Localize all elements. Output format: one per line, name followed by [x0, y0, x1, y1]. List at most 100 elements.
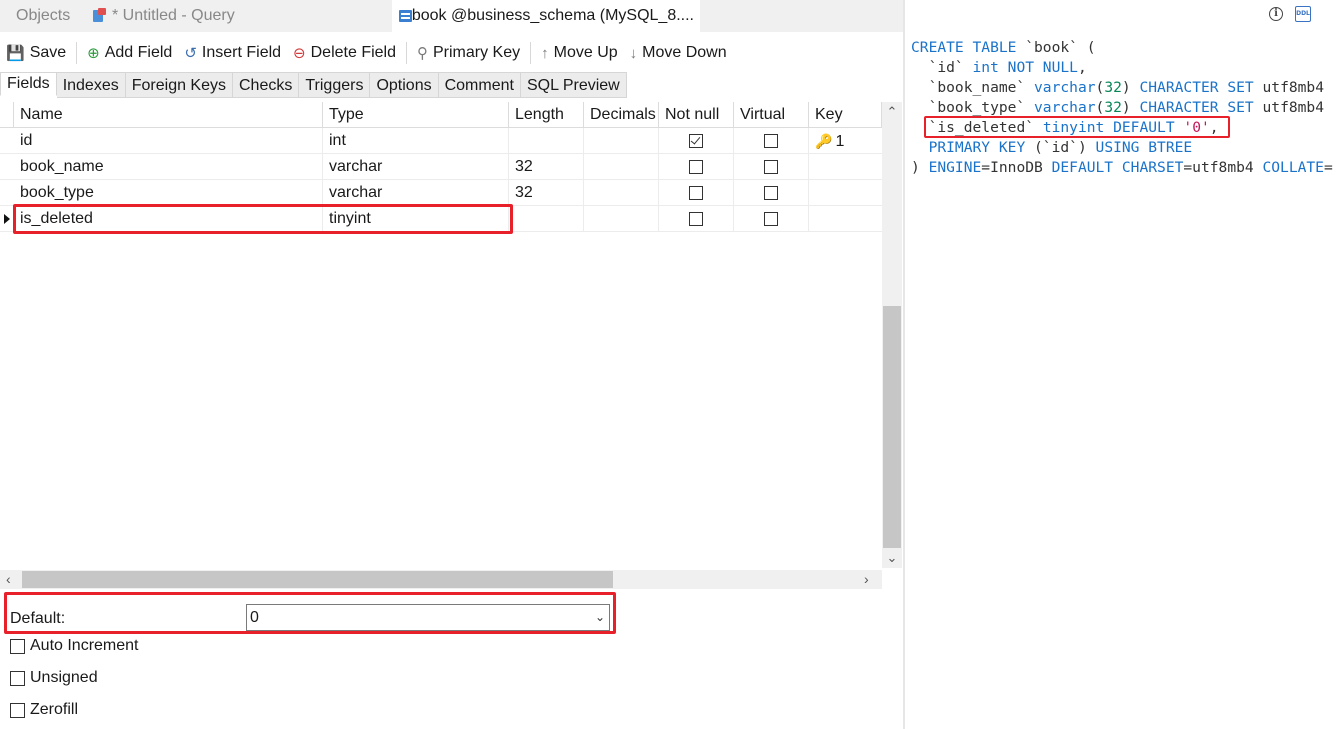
virtual-checkbox[interactable]	[764, 186, 778, 200]
save-button[interactable]: 💾 Save	[0, 38, 72, 68]
tab-objects[interactable]: Objects	[10, 0, 76, 32]
key-cell[interactable]	[809, 206, 882, 232]
tab-objects-label: Objects	[16, 7, 71, 24]
table-row-selected[interactable]: is_deleted tinyint	[0, 206, 882, 232]
not-null-checkbox[interactable]	[689, 160, 703, 174]
header-type[interactable]: Type	[323, 102, 509, 128]
header-name[interactable]: Name	[14, 102, 323, 128]
field-decimals-cell[interactable]	[584, 154, 659, 180]
ddl-code: CREATE TABLE `book` ( `id` int NOT NULL,…	[911, 38, 1333, 178]
key-cell[interactable]	[809, 180, 882, 206]
tab-fields[interactable]: Fields	[0, 72, 57, 96]
delete-field-button[interactable]: ⊖ Delete Field	[287, 38, 402, 68]
unsigned-checkbox[interactable]	[10, 670, 25, 686]
field-type-cell[interactable]: varchar	[323, 154, 509, 180]
move-up-label: Move Up	[553, 44, 618, 61]
scroll-right-icon[interactable]: ›	[864, 570, 869, 589]
ddl-icon[interactable]: DDL	[1295, 6, 1311, 22]
virtual-checkbox[interactable]	[764, 134, 778, 148]
unsigned-label: Unsigned	[30, 669, 98, 686]
header-length[interactable]: Length	[509, 102, 584, 128]
virtual-cell[interactable]	[734, 206, 809, 232]
field-length-cell[interactable]	[509, 206, 584, 232]
header-key[interactable]: Key	[809, 102, 882, 128]
grid-horizontal-scrollbar[interactable]: ‹ ›	[0, 570, 882, 589]
auto-increment-option[interactable]: Auto Increment	[10, 636, 139, 656]
vertical-scroll-thumb[interactable]	[883, 306, 901, 548]
primary-key-label: Primary Key	[433, 44, 521, 61]
ddl-line: CREATE TABLE `book` (	[911, 39, 1096, 56]
grid-header-row: Name Type Length Decimals Not null Virtu…	[0, 102, 882, 128]
key-cell[interactable]: 🔑 1	[809, 128, 882, 154]
field-length-cell[interactable]: 32	[509, 154, 584, 180]
virtual-cell[interactable]	[734, 154, 809, 180]
move-down-label: Move Down	[642, 44, 727, 61]
table-row[interactable]: book_type varchar 32	[0, 180, 882, 206]
field-name-cell[interactable]: book_name	[14, 154, 323, 180]
field-name-cell[interactable]: id	[14, 128, 323, 154]
current-row-arrow-icon	[4, 214, 10, 224]
horizontal-scroll-thumb[interactable]	[22, 571, 613, 588]
tab-foreign-keys[interactable]: Foreign Keys	[125, 72, 233, 98]
table-designer-panel: Objects * Untitled - Query book @busines…	[0, 0, 903, 729]
zerofill-checkbox[interactable]	[10, 702, 25, 718]
info-icon[interactable]: i	[1269, 7, 1283, 21]
field-type-cell[interactable]: tinyint	[323, 206, 509, 232]
default-value-dropdown[interactable]: 0 ⌄	[246, 604, 610, 631]
virtual-cell[interactable]	[734, 180, 809, 206]
field-type-cell[interactable]: varchar	[323, 180, 509, 206]
default-property-row: Default: 0 ⌄	[10, 604, 613, 634]
tab-options[interactable]: Options	[370, 72, 439, 98]
not-null-cell[interactable]	[659, 206, 734, 232]
insert-field-label: Insert Field	[201, 44, 282, 61]
tab-indexes[interactable]: Indexes	[56, 72, 126, 98]
scroll-up-icon[interactable]: ⌃	[882, 104, 902, 120]
header-not-null[interactable]: Not null	[659, 102, 734, 128]
virtual-cell[interactable]	[734, 128, 809, 154]
scroll-down-icon[interactable]: ⌄	[882, 550, 902, 566]
ddl-line: `book_type` varchar(32) CHARACTER SET ut…	[911, 99, 1325, 116]
virtual-checkbox[interactable]	[764, 160, 778, 174]
designer-sub-tabs: Fields Indexes Foreign Keys Checks Trigg…	[0, 72, 627, 98]
header-decimals[interactable]: Decimals	[584, 102, 659, 128]
zerofill-option[interactable]: Zerofill	[10, 700, 78, 720]
not-null-checkbox[interactable]	[689, 212, 703, 226]
tab-triggers[interactable]: Triggers	[299, 72, 371, 98]
header-virtual[interactable]: Virtual	[734, 102, 809, 128]
auto-increment-label: Auto Increment	[30, 637, 139, 654]
virtual-checkbox[interactable]	[764, 212, 778, 226]
primary-key-button[interactable]: ⚲ Primary Key	[411, 38, 526, 68]
not-null-checkbox[interactable]	[689, 134, 703, 148]
tab-checks[interactable]: Checks	[233, 72, 300, 98]
tab-comment[interactable]: Comment	[438, 72, 521, 98]
key-cell[interactable]	[809, 154, 882, 180]
not-null-cell[interactable]	[659, 128, 734, 154]
field-decimals-cell[interactable]	[584, 206, 659, 232]
move-down-button[interactable]: ↓ Move Down	[624, 38, 733, 68]
field-name-cell[interactable]: is_deleted	[14, 206, 323, 232]
tab-sql-preview[interactable]: SQL Preview	[520, 72, 627, 98]
field-type-cell[interactable]: int	[323, 128, 509, 154]
table-icon	[398, 8, 412, 24]
ddl-preview-panel: i DDL CREATE TABLE `book` ( `id` int NOT…	[905, 0, 1341, 729]
field-decimals-cell[interactable]	[584, 180, 659, 206]
table-row[interactable]: book_name varchar 32	[0, 154, 882, 180]
field-length-cell[interactable]	[509, 128, 584, 154]
not-null-cell[interactable]	[659, 154, 734, 180]
scroll-left-icon[interactable]: ‹	[6, 570, 11, 589]
unsigned-option[interactable]: Unsigned	[10, 668, 98, 688]
field-name-cell[interactable]: book_type	[14, 180, 323, 206]
not-null-checkbox[interactable]	[689, 186, 703, 200]
insert-field-button[interactable]: ↺ Insert Field	[178, 38, 287, 68]
tab-untitled-query[interactable]: * Untitled - Query	[86, 0, 241, 32]
tab-book-table[interactable]: book @business_schema (MySQL_8....	[392, 0, 700, 32]
not-null-cell[interactable]	[659, 180, 734, 206]
field-length-cell[interactable]: 32	[509, 180, 584, 206]
move-up-button[interactable]: ↑ Move Up	[535, 38, 624, 68]
row-indicator	[0, 154, 14, 180]
grid-vertical-scrollbar[interactable]: ⌃ ⌄	[882, 102, 902, 568]
add-field-button[interactable]: ⊕ Add Field	[81, 38, 178, 68]
auto-increment-checkbox[interactable]	[10, 638, 25, 654]
table-row[interactable]: id int 🔑 1	[0, 128, 882, 154]
field-decimals-cell[interactable]	[584, 128, 659, 154]
